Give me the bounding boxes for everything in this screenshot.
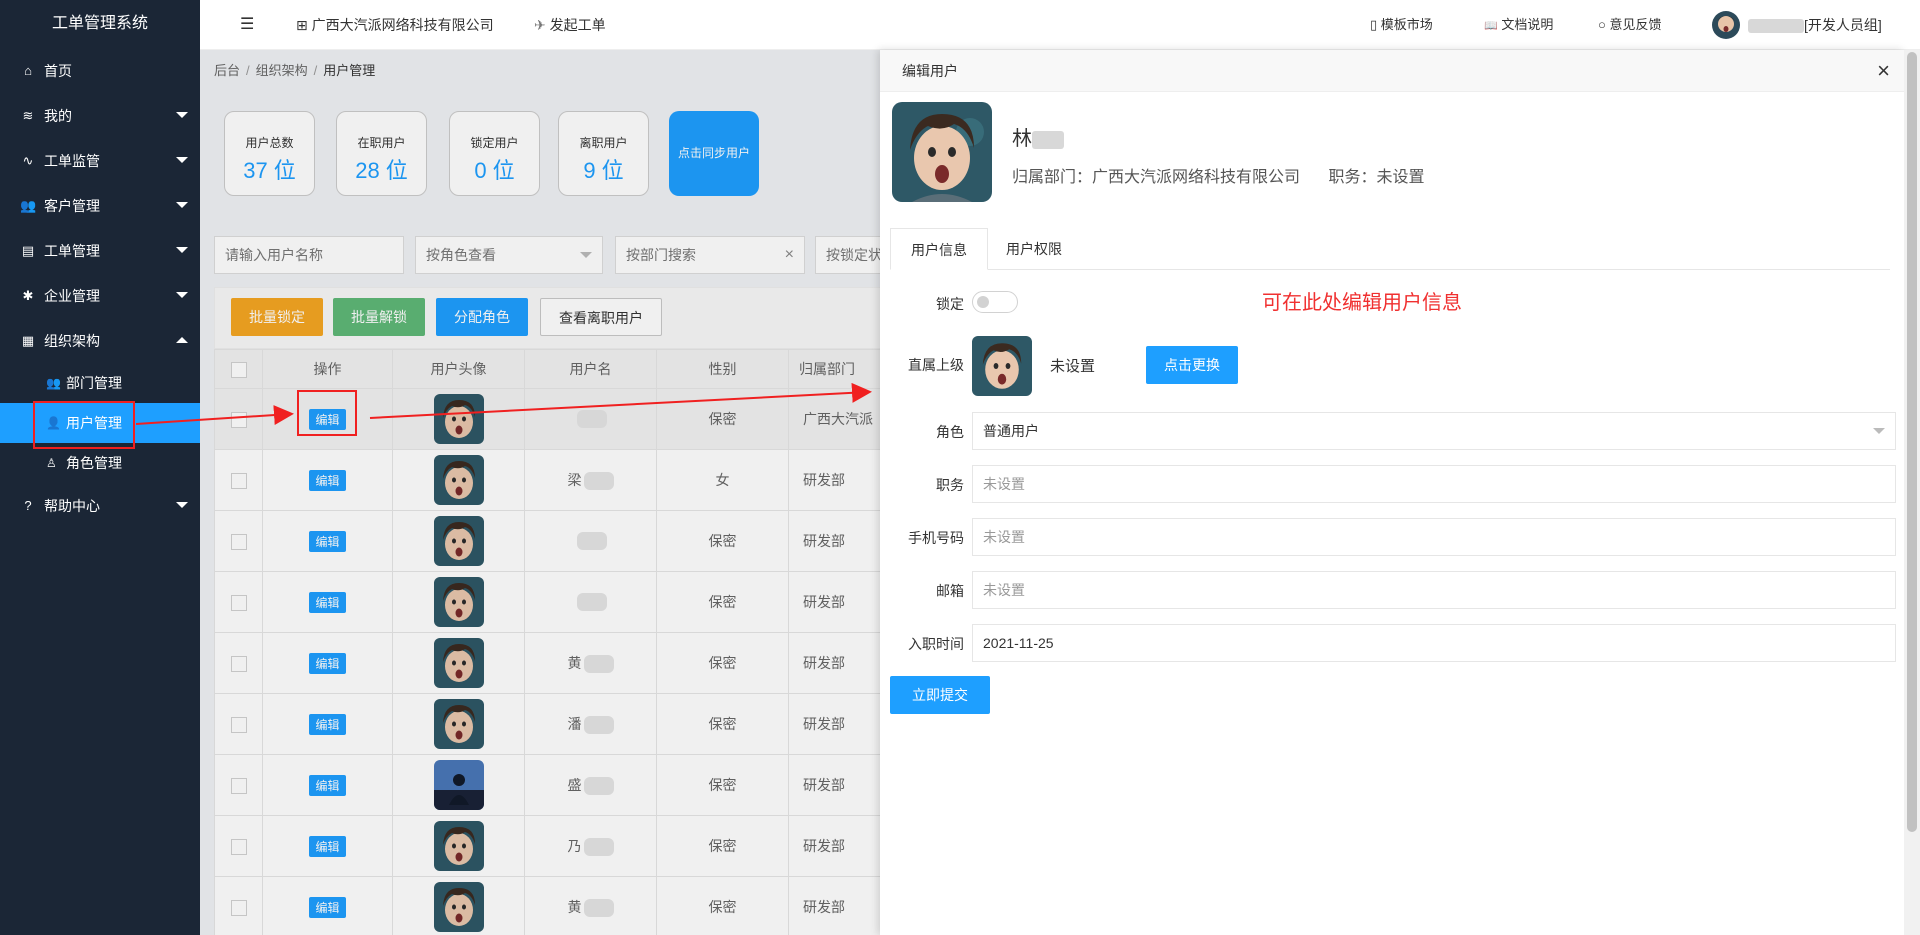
arrow-to-edit bbox=[135, 405, 294, 426]
arrow-to-panel bbox=[369, 382, 872, 419]
annotation-overlay bbox=[33, 382, 872, 449]
highlight-box-edit bbox=[297, 390, 357, 436]
highlight-box-user-mgmt bbox=[33, 401, 135, 449]
